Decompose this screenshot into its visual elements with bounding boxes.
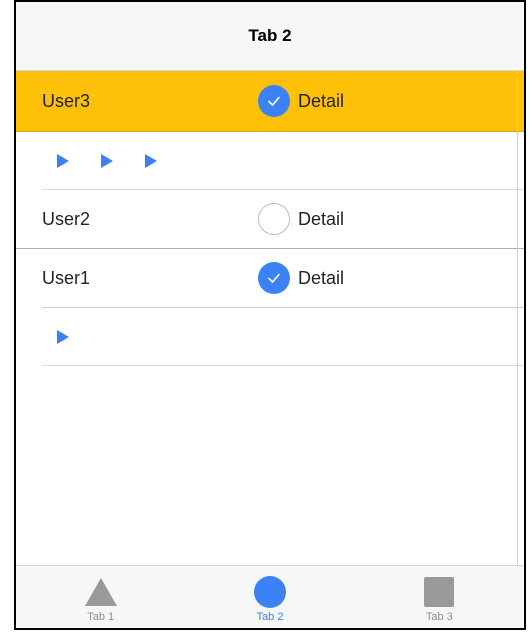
expanded-detail-user1	[42, 308, 524, 366]
tab-3[interactable]: Tab 3	[355, 566, 524, 628]
detail-label: Detail	[298, 90, 345, 111]
play-arrow-icon[interactable]	[56, 153, 70, 169]
detail-label: Detail	[298, 267, 345, 288]
list-item-user3[interactable]: User3 Detail	[16, 71, 524, 132]
play-arrow-icon[interactable]	[56, 329, 70, 345]
scrollbar[interactable]	[517, 71, 524, 571]
triangle-icon	[84, 576, 118, 608]
list-item-user2[interactable]: User2 Detail	[16, 190, 524, 249]
tab-label: Tab 1	[87, 611, 115, 623]
tab-1[interactable]: Tab 1	[16, 566, 185, 628]
app-frame: Tab 2 User3 Detail User2 Detail User1 De…	[14, 0, 526, 630]
user-list: User3 Detail User2 Detail User1 Detail	[16, 71, 524, 366]
tab-label: Tab 3	[425, 611, 453, 623]
user-label: User1	[42, 267, 91, 288]
checkmark-icon[interactable]	[258, 85, 290, 117]
detail-label: Detail	[298, 208, 345, 229]
tab-bar: Tab 1 Tab 2 Tab 3	[16, 565, 524, 628]
detail-toggle[interactable]: Detail	[258, 203, 344, 235]
list-item-user1[interactable]: User1 Detail	[42, 249, 524, 308]
circle-icon	[253, 576, 286, 608]
user-label: User3	[42, 90, 91, 111]
tab-2[interactable]: Tab 2	[185, 566, 354, 628]
checkmark-icon[interactable]	[258, 262, 290, 294]
unchecked-circle-icon[interactable]	[258, 203, 290, 235]
expanded-detail-user3	[42, 132, 524, 190]
play-arrow-icon[interactable]	[100, 153, 114, 169]
tab-label: Tab 2	[256, 611, 284, 623]
detail-toggle[interactable]: Detail	[258, 262, 344, 294]
square-icon	[424, 576, 455, 608]
play-arrow-icon[interactable]	[144, 153, 158, 169]
navigation-bar: Tab 2	[16, 2, 524, 71]
detail-toggle[interactable]: Detail	[258, 85, 344, 117]
user-label: User2	[42, 208, 91, 229]
page-title: Tab 2	[248, 26, 292, 45]
